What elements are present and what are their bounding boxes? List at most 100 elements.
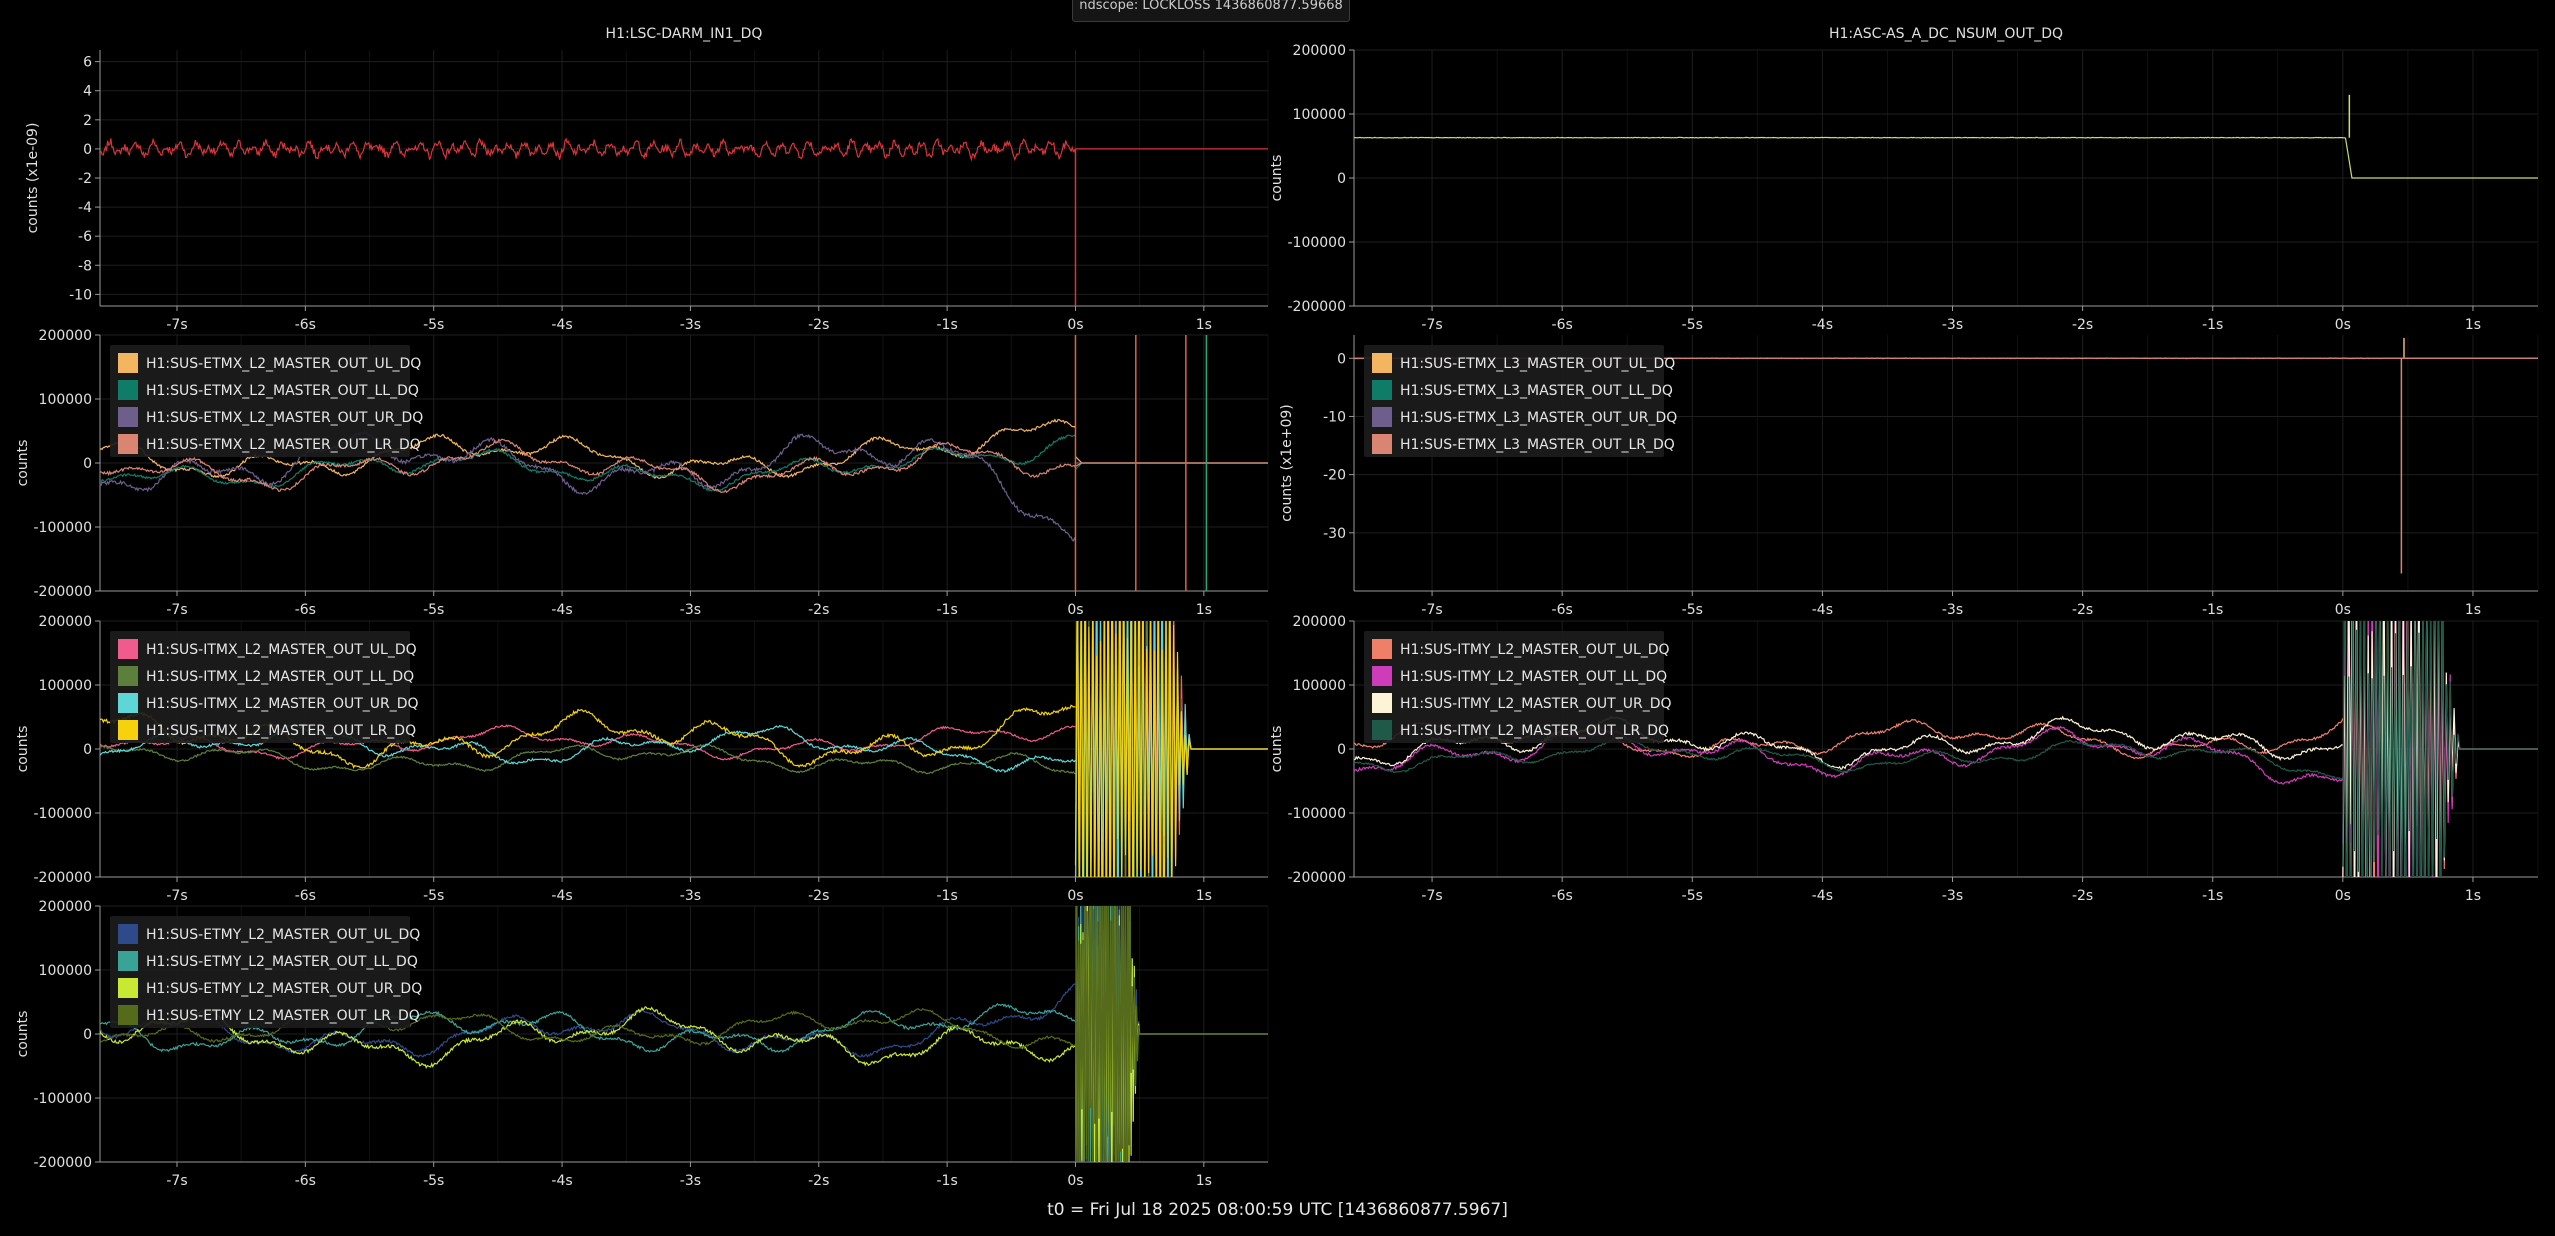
y-axis-label: counts [1269,155,1285,202]
legend-label: H1:SUS-ETMX_L2_MASTER_OUT_LR_DQ [146,437,421,453]
y-tick-label: 200000 [1293,43,1346,59]
series-tail-3 [1075,462,1268,467]
legend-swatch [118,1005,138,1025]
x-tick-label: 0s [2335,602,2351,618]
y-axis-label: counts (x1e+09) [1279,404,1295,522]
legend-label: H1:SUS-ITMX_L2_MASTER_OUT_UL_DQ [146,642,417,658]
y-axis-label: counts [1269,726,1285,773]
x-tick-label: -2s [2072,602,2093,618]
x-tick-label: -7s [1421,602,1442,618]
x-tick-label: -4s [551,317,572,333]
x-tick-label: 0s [2335,317,2351,333]
legend-swatch [1372,353,1392,373]
x-tick-label: -7s [166,888,187,904]
x-tick-label: 0s [1067,317,1083,333]
x-tick-label: 1s [1196,888,1212,904]
y-tick-label: 4 [83,84,92,100]
x-tick-label: 1s [2465,888,2481,904]
y-tick-label: -100000 [34,520,93,536]
grid [100,50,1269,306]
y-tick-label: 0 [1337,351,1346,367]
legend-label: H1:SUS-ETMY_L2_MASTER_OUT_UR_DQ [146,981,422,997]
series-tail-1 [1075,462,1268,470]
x-tick-label: 0s [2335,888,2351,904]
legend-label: H1:SUS-ETMX_L2_MASTER_OUT_UL_DQ [146,356,421,372]
legend-swatch [118,434,138,454]
x-tick-label: -2s [808,888,829,904]
legend-label: H1:SUS-ITMX_L2_MASTER_OUT_LL_DQ [146,669,414,685]
x-tick-label: -3s [680,888,701,904]
legend-swatch [1372,639,1392,659]
legend-label: H1:SUS-ITMX_L2_MASTER_OUT_UR_DQ [146,696,419,712]
x-tick-label: -7s [166,602,187,618]
y-tick-label: -20 [1323,468,1346,484]
x-tick-label: -5s [423,888,444,904]
y-tick-label: 0 [83,742,92,758]
x-tick-label: -5s [423,317,444,333]
y-tick-label: -100000 [1288,806,1347,822]
y-tick-label: 2 [83,113,92,129]
panel-etmx_l3: -7s -6s -5s -4s -3s -2s -1s 0s 1s 0 -10 -20 -30 count… [1279,335,2539,618]
y-tick-label: 0 [1337,742,1346,758]
t0-footer: t0 = Fri Jul 18 2025 08:00:59 UTC [14368… [1047,1200,1508,1220]
lockloss-tooltip: ndscope: LOCKLOSS 1436860877.59668 [1072,0,1350,22]
y-tick-label: -200000 [34,584,93,600]
legend-swatch [1372,693,1392,713]
x-tick-label: -5s [1682,888,1703,904]
legend-swatch [118,924,138,944]
legend-swatch [118,978,138,998]
legend-swatch [118,666,138,686]
y-tick-label: -200000 [1288,870,1347,886]
y-axis-label: counts [15,726,31,773]
series-ringing-0 [2342,621,2538,877]
legend: H1:SUS-ITMX_L2_MASTER_OUT_UL_DQ H1:SUS-IT… [110,631,419,743]
legend-label: H1:SUS-ETMY_L2_MASTER_OUT_LR_DQ [146,1008,420,1024]
x-tick-label: -3s [680,602,701,618]
y-axis-label: counts [15,1011,31,1058]
y-tick-label: -8 [78,258,92,274]
y-tick-label: -100000 [1288,235,1347,251]
panel-etmx_l2: -7s -6s -5s -4s -3s -2s -1s 0s 1s 200000 100000 0 -1… [15,328,1269,618]
legend-swatch [118,407,138,427]
x-tick-label: -6s [1552,317,1573,333]
legend-swatch [118,380,138,400]
x-tick-label: -1s [936,888,957,904]
legend-swatch [1372,720,1392,740]
legend: H1:SUS-ETMY_L2_MASTER_OUT_UL_DQ H1:SUS-ET… [110,916,422,1028]
x-tick-label: -6s [1552,888,1573,904]
y-tick-label: 0 [1337,171,1346,187]
y-tick-label: 6 [83,55,92,71]
x-tick-label: -5s [1682,602,1703,618]
legend: H1:SUS-ETMX_L3_MASTER_OUT_UL_DQ H1:SUS-ET… [1364,345,1677,457]
ndscope-plot-area[interactable]: -7s -6s -5s -4s -3s -2s -1s 0s 1s 6 4 2 0 -2 -4 -6 -8 -10… [0,0,2555,1236]
x-tick-label: -3s [1942,602,1963,618]
y-axis-label: counts [15,440,31,487]
x-tick-label: 0s [1067,1173,1083,1189]
x-tick-label: -2s [808,602,829,618]
x-tick-label: -6s [295,602,316,618]
series-trace-3 [1354,736,2344,780]
legend-swatch [118,951,138,971]
y-tick-label: 100000 [39,963,92,979]
y-tick-label: 100000 [39,392,92,408]
x-tick-label: -7s [166,317,187,333]
x-tick-label: -1s [2202,602,2223,618]
x-tick-label: -3s [680,317,701,333]
series-tail-0 [2344,137,2538,179]
legend-label: H1:SUS-ITMX_L2_MASTER_OUT_LR_DQ [146,723,416,739]
legend-swatch [1372,407,1392,427]
panel-darm: -7s -6s -5s -4s -3s -2s -1s 0s 1s 6 4 2 0 -2 -4 -6 -8 -10… [25,26,1269,333]
x-tick-label: 1s [1196,1173,1212,1189]
y-tick-label: -200000 [34,870,93,886]
x-tick-label: -6s [1552,602,1573,618]
y-tick-label: -100000 [34,1091,93,1107]
legend: H1:SUS-ITMY_L2_MASTER_OUT_UL_DQ H1:SUS-IT… [1364,631,1672,743]
x-tick-label: -3s [680,1173,701,1189]
legend-label: H1:SUS-ETMY_L2_MASTER_OUT_LL_DQ [146,954,418,970]
x-tick-label: -6s [295,317,316,333]
x-tick-label: 1s [2465,602,2481,618]
legend-label: H1:SUS-ETMX_L3_MASTER_OUT_UR_DQ [1400,410,1677,426]
y-tick-label: -100000 [34,806,93,822]
x-tick-label: -1s [2202,317,2223,333]
legend-label: H1:SUS-ETMX_L2_MASTER_OUT_LL_DQ [146,383,419,399]
